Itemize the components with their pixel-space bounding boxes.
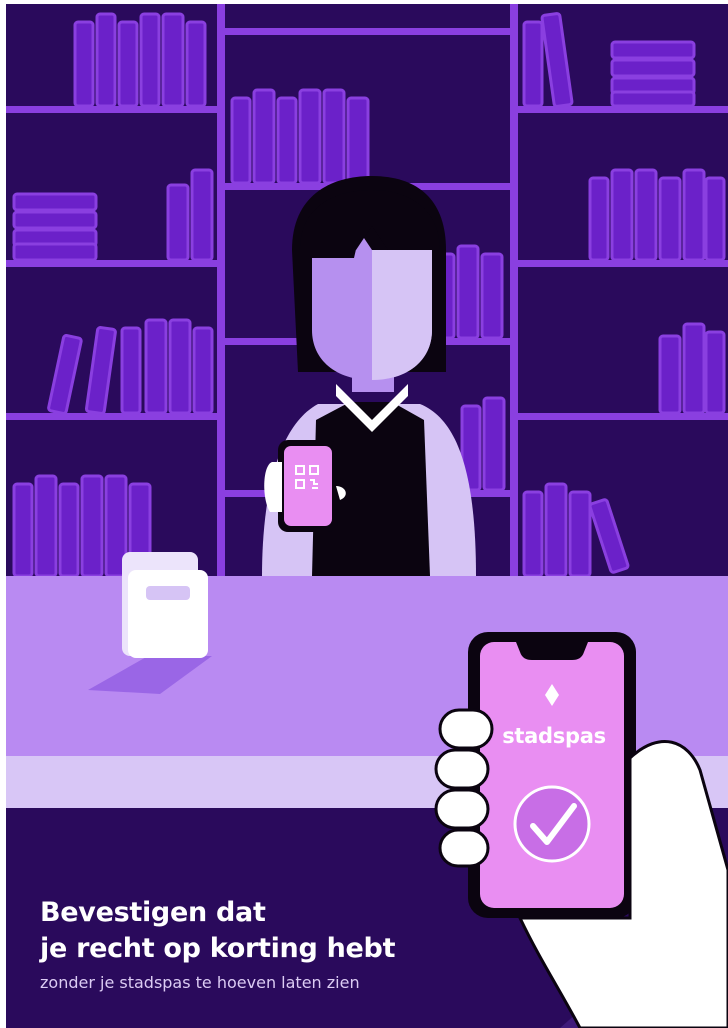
- headline: Bevestigen dat je recht op korting hebt: [40, 895, 460, 967]
- stadspas-label: stadspas: [502, 724, 606, 748]
- poster: stadspas Bevestigen dat je recht op kort…: [0, 0, 728, 1028]
- illustration: [0, 0, 728, 1028]
- subheadline: zonder je stadspas te hoeven laten zien: [40, 973, 360, 992]
- headline-line-1: Bevestigen dat: [40, 897, 266, 928]
- headline-line-2: je recht op korting hebt: [40, 933, 396, 964]
- checkmark-circle-icon: [513, 785, 591, 863]
